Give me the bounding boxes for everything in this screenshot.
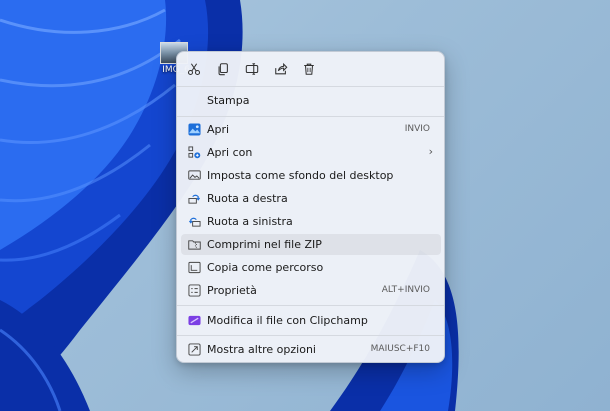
- menu-item-open-with[interactable]: Apri con ›: [181, 142, 441, 163]
- menu-item-label: Proprietà: [207, 284, 257, 297]
- properties-icon: [188, 284, 201, 297]
- rename-icon: [245, 63, 259, 75]
- more-options-icon: [188, 343, 201, 356]
- cut-button[interactable]: [183, 59, 205, 79]
- delete-button[interactable]: [298, 59, 320, 79]
- menu-item-label: Stampa: [207, 94, 250, 107]
- menu-item-rotate-left[interactable]: Ruota a sinistra: [181, 211, 441, 232]
- scissors-icon: [187, 63, 201, 76]
- photos-app-icon: [188, 123, 201, 136]
- menu-item-rotate-right[interactable]: Ruota a destra: [181, 188, 441, 209]
- menu-item-clipchamp[interactable]: Modifica il file con Clipchamp: [181, 310, 441, 331]
- menu-item-properties[interactable]: Proprietà ALT+INVIO: [181, 280, 441, 301]
- menu-item-copy-path[interactable]: Copia come percorso: [181, 257, 441, 278]
- copy-button[interactable]: [212, 59, 234, 79]
- menu-item-label: Ruota a destra: [207, 192, 288, 205]
- clipchamp-icon: [188, 314, 201, 327]
- menu-item-label: Comprimi nel file ZIP: [207, 238, 322, 251]
- menu-item-more-options[interactable]: Mostra altre opzioni MAIUSC+F10: [181, 339, 441, 360]
- menu-separator: [177, 335, 444, 336]
- menu-item-label: Modifica il file con Clipchamp: [207, 314, 368, 327]
- share-button[interactable]: [270, 59, 292, 79]
- rotate-left-icon: [188, 215, 201, 228]
- menu-item-set-wallpaper[interactable]: Imposta come sfondo del desktop: [181, 165, 441, 186]
- trash-icon: [304, 63, 314, 75]
- menu-item-label: Imposta come sfondo del desktop: [207, 169, 394, 182]
- toolbar-separator: [177, 86, 444, 87]
- menu-item-print[interactable]: Stampa: [181, 90, 441, 111]
- context-menu-toolbar: [177, 52, 444, 86]
- rename-button[interactable]: [241, 59, 263, 79]
- context-menu: Stampa Apri INVIO Apri con › Imposta com…: [176, 51, 445, 363]
- rotate-right-icon: [188, 192, 201, 205]
- menu-separator: [177, 116, 444, 117]
- zip-folder-icon: [188, 238, 201, 251]
- chevron-right-icon: ›: [428, 145, 433, 158]
- menu-item-label: Apri: [207, 123, 230, 136]
- menu-separator: [177, 305, 444, 306]
- menu-item-shortcut: ALT+INVIO: [381, 285, 430, 295]
- menu-item-compress-zip[interactable]: Comprimi nel file ZIP: [181, 234, 441, 255]
- menu-item-label: Copia come percorso: [207, 261, 324, 274]
- menu-item-shortcut: MAIUSC+F10: [370, 344, 430, 354]
- menu-item-label: Apri con: [207, 146, 253, 159]
- menu-item-shortcut: INVIO: [404, 124, 430, 134]
- share-icon: [275, 62, 288, 75]
- copy-icon: [218, 63, 228, 76]
- wallpaper-icon: [188, 169, 201, 182]
- menu-item-open[interactable]: Apri INVIO: [181, 119, 441, 140]
- copy-path-icon: [188, 261, 201, 274]
- open-with-icon: [188, 146, 201, 159]
- menu-item-label: Mostra altre opzioni: [207, 343, 316, 356]
- menu-item-label: Ruota a sinistra: [207, 215, 293, 228]
